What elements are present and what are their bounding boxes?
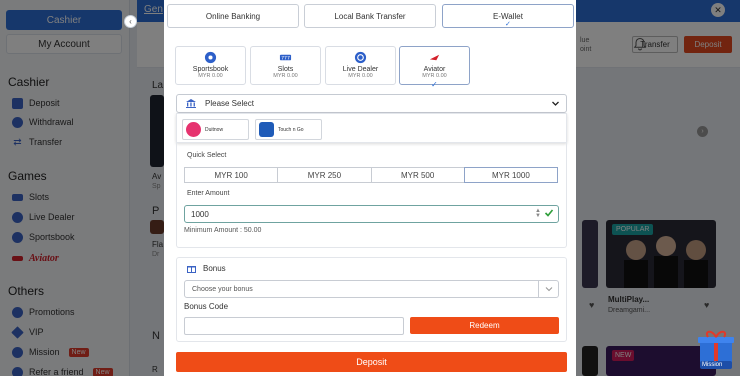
deposit-button[interactable]: Deposit [176,352,567,372]
ewallet-select[interactable]: Please Select [176,94,567,113]
bonus-label: Bonus [203,264,226,273]
ewallet-dropdown: Duitnow Touch n Go [176,113,567,143]
chevron-left-icon: ‹ [129,17,132,26]
wallet-balance: MYR 0.00 [348,73,373,79]
chevron-down-icon [552,101,559,106]
quick-amount-500[interactable]: MYR 500 [370,167,464,183]
live-dealer-icon [354,51,367,64]
bank-icon [186,99,196,108]
mission-floating-button[interactable]: Mission [696,327,736,371]
amount-value: 1000 [191,209,209,219]
option-duitnow[interactable]: Duitnow [182,119,249,140]
duitnow-logo-icon [186,122,201,137]
tab-label: Online Banking [205,11,261,21]
bonus-code-label: Bonus Code [184,302,229,311]
wallet-balance: MYR 0.00 [422,73,447,79]
slots-icon: 777 [279,54,292,61]
collapse-sidebar-button[interactable]: ‹ [124,15,137,28]
mission-label: Mission [702,362,723,368]
redeem-button[interactable]: Redeem [410,317,559,334]
minimum-amount-note: Minimum Amount : 50.00 [184,227,262,234]
enter-amount-label: Enter Amount [187,190,230,197]
tab-label: Local Bank Transfer [334,11,406,21]
wallet-aviator[interactable]: Aviator MYR 0.00 ✓ [399,46,470,89]
tab-online-banking[interactable]: Online Banking [167,4,299,28]
option-touch-n-go[interactable]: Touch n Go [255,119,322,140]
wallet-name: Aviator [423,66,446,73]
quick-amount-100[interactable]: MYR 100 [184,167,278,183]
quick-select-group: MYR 100 MYR 250 MYR 500 MYR 1000 [184,167,558,183]
bonus-select[interactable]: Choose your bonus [184,280,559,298]
checkmark-icon: ✓ [431,80,438,89]
touch-n-go-logo-icon [259,122,274,137]
chevron-down-icon [538,281,558,297]
quick-select-label: Quick Select [187,152,227,159]
svg-text:777: 777 [281,55,290,61]
bonus-gift-icon [187,266,196,273]
valid-checkmark-icon [544,209,554,217]
tab-local-bank-transfer[interactable]: Local Bank Transfer [304,4,436,28]
wallet-balance: MYR 0.00 [198,73,223,79]
deposit-modal: Online Banking Local Bank Transfer E-Wal… [164,0,576,376]
number-spinner[interactable]: ▲ ▼ [535,208,541,219]
wallet-name: Sportsbook [192,66,229,73]
wallet-name: Slots [277,66,294,73]
quick-amount-250[interactable]: MYR 250 [277,167,371,183]
wallet-balance: MYR 0.00 [273,73,298,79]
option-label: Duitnow [205,126,224,133]
wallet-live-dealer[interactable]: Live Dealer MYR 0.00 [325,46,396,85]
bonus-placeholder: Choose your bonus [192,285,253,293]
tab-e-wallet[interactable]: E-Wallet ✓ [442,4,574,28]
wallet-slots[interactable]: 777 Slots MYR 0.00 [250,46,321,85]
amount-input[interactable]: 1000 ▲ ▼ [184,205,559,223]
wallet-name: Live Dealer [342,66,379,73]
bonus-heading: Bonus [187,264,226,273]
soccer-ball-icon [204,51,217,64]
aviator-plane-icon [429,54,440,61]
select-placeholder: Please Select [205,99,254,108]
checkmark-icon: ✓ [505,21,511,28]
bonus-code-input[interactable] [184,317,404,335]
option-label: Touch n Go [278,126,304,133]
wallet-sportsbook[interactable]: Sportsbook MYR 0.00 [175,46,246,85]
quick-amount-1000[interactable]: MYR 1000 [463,167,558,183]
